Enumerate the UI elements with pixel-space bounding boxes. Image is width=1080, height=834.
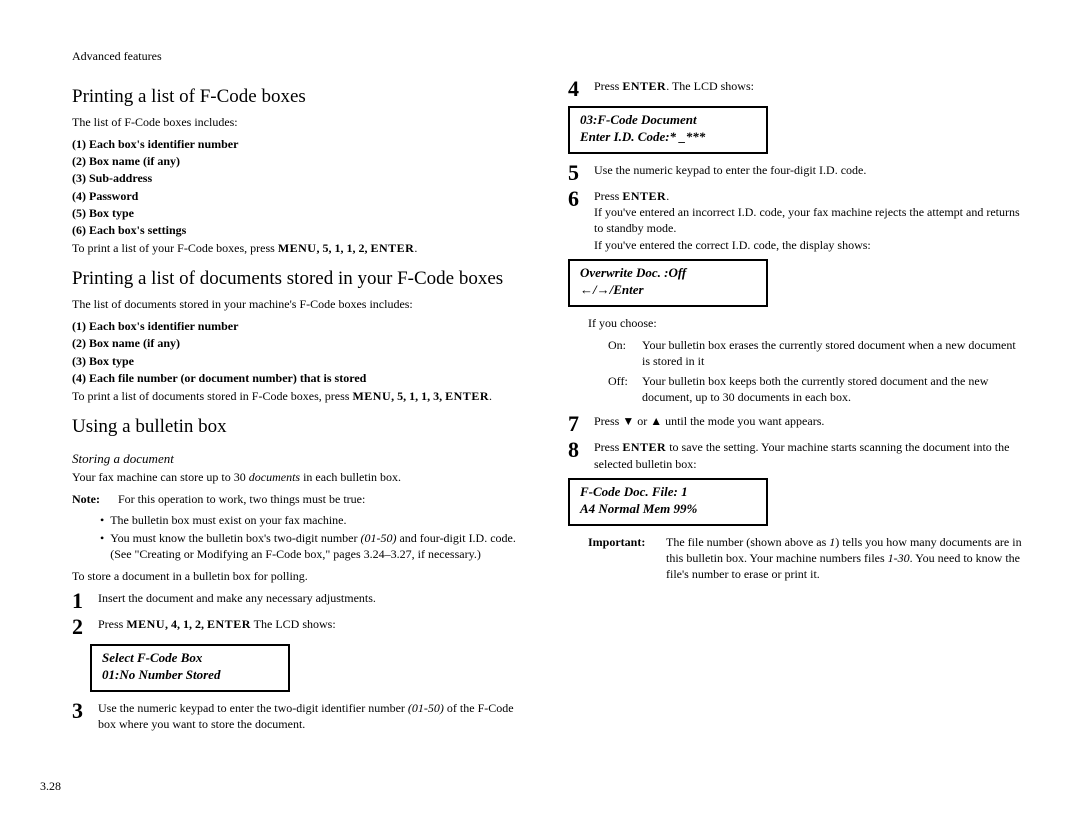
lcd-display-1: Select F-Code Box 01:No Number Stored [90,644,290,692]
step-number: 2 [72,616,90,638]
step-number: 4 [568,78,586,100]
note-label: Note: [72,491,112,507]
step-number: 1 [72,590,90,612]
step-4: 4 Press ENTER. The LCD shows: [568,78,1024,100]
list1-item: (1) Each box's identifier number [72,136,528,152]
list1-item: (5) Box type [72,205,528,221]
step-5: 5 Use the numeric keypad to enter the fo… [568,162,1024,184]
print-instruction-1: To print a list of your F-Code boxes, pr… [72,240,528,256]
step-1: 1 Insert the document and make any neces… [72,590,528,612]
bullet-icon [100,512,104,528]
heading-bulletin-box: Using a bulletin box [72,414,528,440]
list2-item: (2) Box name (if any) [72,335,528,351]
choice-on: On: Your bulletin box erases the current… [608,337,1024,369]
note-block: Note: For this operation to work, two th… [72,491,528,507]
manual-page: Advanced features Printing a list of F-C… [0,0,1080,834]
list2-item: (4) Each file number (or document number… [72,370,528,386]
intro-list2: The list of documents stored in your mac… [72,296,528,312]
step-number: 6 [568,188,586,210]
intro-list1: The list of F-Code boxes includes: [72,114,528,130]
note-bullets: The bulletin box must exist on your fax … [100,512,528,563]
lcd-display-3: Overwrite Doc. :Off ←/→/Enter [568,259,768,307]
step-3: 3 Use the numeric keypad to enter the tw… [72,700,528,732]
subheading-storing: Storing a document [72,450,528,468]
important-block: Important: The file number (shown above … [588,534,1024,583]
bullet-icon [100,530,104,562]
list2-item: (1) Each box's identifier number [72,318,528,334]
page-header: Advanced features [72,48,1024,64]
step-number: 5 [568,162,586,184]
list1-item: (3) Sub-address [72,170,528,186]
bullet-item: The bulletin box must exist on your fax … [100,512,528,528]
heading-print-fcode-boxes: Printing a list of F-Code boxes [72,84,528,110]
right-column: 4 Press ENTER. The LCD shows: 03:F-Code … [568,74,1024,736]
if-choose-block: If you choose: On: Your bulletin box era… [588,315,1024,406]
page-number: 3.28 [40,778,61,794]
heading-print-docs: Printing a list of documents stored in y… [72,266,528,292]
step-number: 8 [568,439,586,461]
if-choose-label: If you choose: [588,315,1024,331]
list1-item: (2) Box name (if any) [72,153,528,169]
step-number: 7 [568,413,586,435]
list2-item: (3) Box type [72,353,528,369]
step-6: 6 Press ENTER. If you've entered an inco… [568,188,1024,253]
print-instruction-2: To print a list of documents stored in F… [72,388,528,404]
step-8: 8 Press ENTER to save the setting. Your … [568,439,1024,471]
note-body: For this operation to work, two things m… [118,491,365,507]
lcd-display-4: F-Code Doc. File: 1 A4 Normal Mem 99% [568,478,768,526]
choice-off: Off: Your bulletin box keeps both the cu… [608,373,1024,405]
list1-item: (6) Each box's settings [72,222,528,238]
list1-item: (4) Password [72,188,528,204]
step-2: 2 Press MENU, 4, 1, 2, ENTER The LCD sho… [72,616,528,638]
important-label: Important: [588,534,660,583]
store-capacity: Your fax machine can store up to 30 docu… [72,469,528,485]
step-number: 3 [72,700,90,722]
bullet-item: You must know the bulletin box's two-dig… [100,530,528,562]
lcd-display-2: 03:F-Code Document Enter I.D. Code:* _**… [568,106,768,154]
step-7: 7 Press ▼ or ▲ until the mode you want a… [568,413,1024,435]
store-line: To store a document in a bulletin box fo… [72,568,528,584]
important-body: The file number (shown above as 1) tells… [666,534,1024,583]
content-columns: Printing a list of F-Code boxes The list… [72,74,1024,736]
left-column: Printing a list of F-Code boxes The list… [72,74,528,736]
